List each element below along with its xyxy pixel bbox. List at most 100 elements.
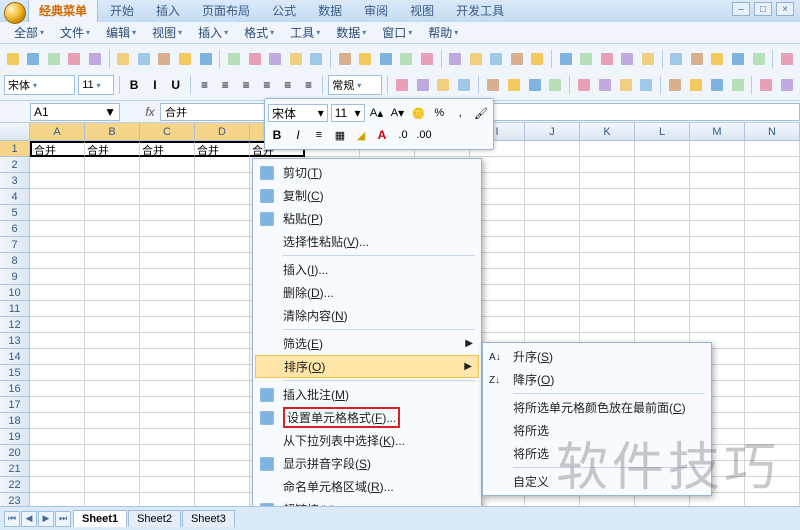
sheet-tab[interactable]: Sheet1 (73, 510, 127, 527)
toolbar-button[interactable] (434, 75, 452, 95)
cell[interactable] (745, 237, 800, 253)
cell[interactable] (195, 349, 250, 365)
toolbar-button[interactable] (526, 75, 544, 95)
font-name-select[interactable]: 宋体▾ (4, 75, 75, 95)
cell[interactable] (745, 285, 800, 301)
cell[interactable] (525, 205, 580, 221)
cell[interactable] (635, 141, 690, 157)
cell[interactable] (30, 189, 85, 205)
cell[interactable] (85, 157, 140, 173)
submenu-item[interactable]: A↓升序(S) (485, 345, 709, 368)
sheet-nav-next[interactable]: ▶ (38, 511, 54, 527)
ribbon-tab[interactable]: 插入 (146, 0, 190, 22)
cell[interactable] (690, 141, 745, 157)
cell[interactable] (525, 285, 580, 301)
toolbar-button[interactable] (687, 75, 705, 95)
cell[interactable] (745, 445, 800, 461)
row-header[interactable]: 7 (0, 237, 30, 253)
mini-percent-icon[interactable]: % (430, 104, 448, 122)
cell[interactable] (30, 333, 85, 349)
row-header[interactable]: 19 (0, 429, 30, 445)
font-size-select[interactable]: 11▾ (78, 75, 114, 95)
ribbon-tab[interactable]: 页面布局 (192, 0, 260, 22)
row-header[interactable]: 16 (0, 381, 30, 397)
toolbar-button[interactable] (546, 75, 564, 95)
submenu-item[interactable]: 将所选单元格颜色放在最前面(C) (485, 396, 709, 419)
context-menu-item[interactable]: 命名单元格区域(R)... (255, 475, 479, 498)
cell[interactable] (690, 173, 745, 189)
cell[interactable] (195, 157, 250, 173)
menu-item[interactable]: 帮助▾ (420, 22, 466, 43)
toolbar-button[interactable] (708, 75, 726, 95)
toolbar-button[interactable] (575, 75, 593, 95)
context-menu-item[interactable]: 清除内容(N) (255, 304, 479, 327)
column-header[interactable]: C (140, 123, 195, 140)
cell[interactable] (195, 189, 250, 205)
cell[interactable] (30, 301, 85, 317)
toolbar-button[interactable] (688, 49, 706, 69)
cell[interactable] (580, 285, 635, 301)
cell[interactable] (525, 173, 580, 189)
cell[interactable] (525, 157, 580, 173)
toolbar-button[interactable] (455, 75, 473, 95)
cell[interactable] (580, 141, 635, 157)
cell[interactable] (85, 173, 140, 189)
cell[interactable] (140, 253, 195, 269)
toolbar-button[interactable] (617, 75, 635, 95)
cell[interactable] (85, 189, 140, 205)
cell[interactable] (745, 157, 800, 173)
cell[interactable] (690, 253, 745, 269)
cell[interactable] (690, 237, 745, 253)
cell[interactable] (85, 397, 140, 413)
align-button[interactable]: ≡ (300, 75, 318, 95)
cell[interactable] (195, 461, 250, 477)
cell[interactable] (635, 205, 690, 221)
cell[interactable] (635, 301, 690, 317)
toolbar-button[interactable] (397, 49, 415, 69)
submenu-item[interactable]: Z↓降序(O) (485, 368, 709, 391)
sheet-nav-first[interactable]: ⏮ (4, 511, 20, 527)
fx-icon[interactable]: fx (140, 105, 160, 119)
column-header[interactable]: B (85, 123, 140, 140)
align-button[interactable]: ≡ (237, 75, 255, 95)
cell[interactable] (140, 397, 195, 413)
cell[interactable] (635, 317, 690, 333)
sheet-nav-last[interactable]: ⏭ (55, 511, 71, 527)
cell[interactable] (30, 237, 85, 253)
ribbon-tab[interactable]: 审阅 (354, 0, 398, 22)
cell[interactable] (745, 477, 800, 493)
toolbar-button[interactable] (246, 49, 264, 69)
cell[interactable] (525, 221, 580, 237)
cell[interactable] (85, 349, 140, 365)
format-painter-icon[interactable]: 🖌 (472, 104, 490, 122)
toolbar-button[interactable] (729, 49, 747, 69)
cell[interactable] (140, 429, 195, 445)
menu-item[interactable]: 全部▾ (6, 22, 52, 43)
row-header[interactable]: 15 (0, 365, 30, 381)
toolbar-button[interactable] (596, 75, 614, 95)
cell[interactable] (580, 173, 635, 189)
mini-font-size[interactable]: 11▾ (331, 104, 365, 122)
maximize-button[interactable]: □ (754, 2, 772, 16)
column-header[interactable]: D (195, 123, 250, 140)
mini-comma-icon[interactable]: , (451, 104, 469, 122)
cell[interactable] (140, 173, 195, 189)
toolbar-button[interactable] (414, 75, 432, 95)
cell[interactable] (140, 349, 195, 365)
cell[interactable] (140, 237, 195, 253)
cell[interactable] (30, 317, 85, 333)
cell[interactable] (635, 285, 690, 301)
cell[interactable] (85, 365, 140, 381)
mini-font-name[interactable]: 宋体▾ (268, 104, 328, 122)
cell[interactable] (140, 205, 195, 221)
cell[interactable] (140, 301, 195, 317)
cell[interactable] (85, 477, 140, 493)
menu-item[interactable]: 窗口▾ (374, 22, 420, 43)
cell[interactable] (30, 157, 85, 173)
cell[interactable] (195, 397, 250, 413)
cell[interactable] (30, 365, 85, 381)
cell[interactable] (690, 285, 745, 301)
name-box[interactable]: A1▼ (30, 103, 120, 121)
cell[interactable]: 合并 (140, 141, 195, 157)
cell[interactable] (140, 189, 195, 205)
